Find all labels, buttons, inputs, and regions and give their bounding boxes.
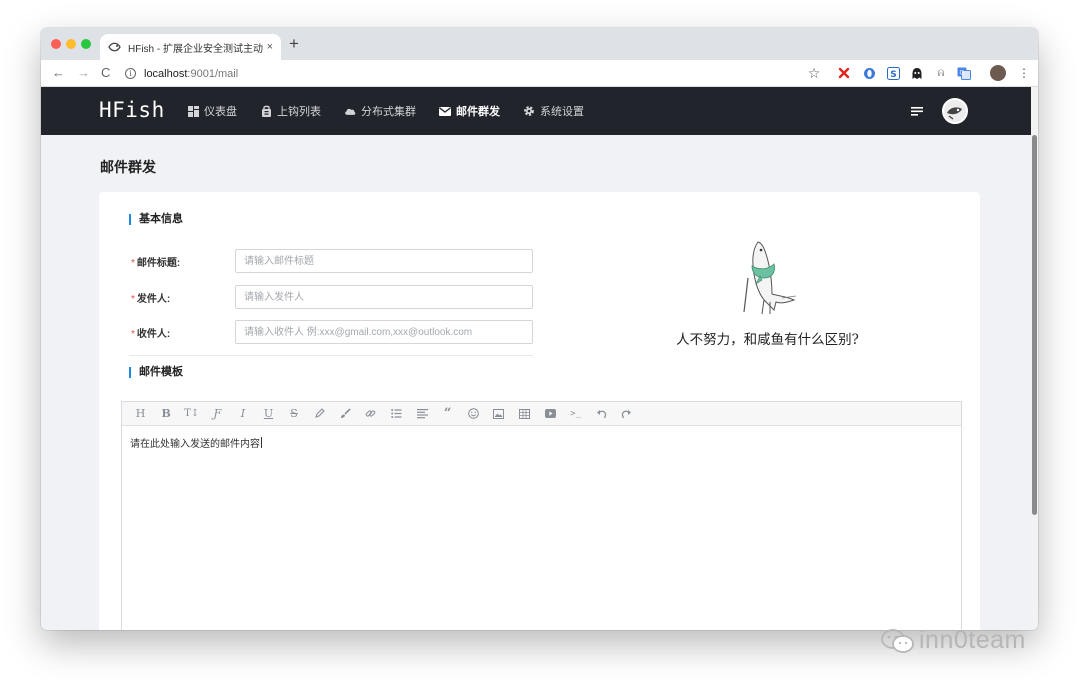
close-tab-icon[interactable]: ×	[267, 41, 273, 53]
zoom-window-button[interactable]	[81, 39, 91, 49]
underline-button[interactable]: U	[261, 406, 276, 421]
gear-icon	[523, 105, 535, 117]
tab-strip: HFish - 扩展企业安全测试主动诱 × +	[41, 28, 1038, 60]
fish-favicon-icon	[108, 40, 122, 54]
tab-title: HFish - 扩展企业安全测试主动诱	[128, 43, 263, 55]
browser-window: HFish - 扩展企业安全测试主动诱 × + ← → C i localhos…	[41, 28, 1038, 630]
nav-dashboard[interactable]: 仪表盘	[187, 103, 237, 119]
dashboard-icon	[187, 105, 199, 117]
nav-mail-label: 邮件群发	[456, 106, 500, 118]
sender-label: * 发件人:	[131, 294, 171, 305]
mail-icon	[439, 105, 451, 117]
bookmark-star-icon[interactable]: ☆	[807, 65, 821, 81]
mail-template-editor: H B T↕ Ƒ I U S “ >_ 请在此处输入发送的邮件内容	[121, 401, 962, 630]
font-button[interactable]: Ƒ	[210, 406, 225, 421]
text-caret	[261, 437, 262, 448]
info-icon[interactable]: i	[125, 68, 136, 79]
bold-button[interactable]: B	[159, 406, 174, 421]
strikethrough-button[interactable]: S	[287, 406, 302, 421]
editor-content-area[interactable]: 请在此处输入发送的邮件内容	[122, 426, 961, 459]
recipient-input[interactable]	[235, 320, 533, 344]
nav-cluster[interactable]: 分布式集群	[344, 103, 416, 119]
minimize-window-button[interactable]	[66, 39, 76, 49]
editor-content-text: 请在此处输入发送的邮件内容	[130, 439, 260, 450]
salted-fish-mascot-illustration	[743, 241, 797, 315]
link-icon[interactable]	[363, 406, 378, 421]
browser-tab[interactable]: HFish - 扩展企业安全测试主动诱 ×	[100, 34, 281, 60]
main-nav: 仪表盘 上钩列表 分布式集群 邮件群发 系统设置	[187, 87, 607, 135]
align-icon[interactable]	[415, 406, 430, 421]
nav-settings[interactable]: 系统设置	[523, 103, 584, 119]
s-extension-icon[interactable]: S	[886, 66, 900, 80]
heading-button[interactable]: H	[133, 406, 148, 421]
sender-input[interactable]	[235, 285, 533, 309]
user-avatar[interactable]	[942, 98, 968, 124]
image-icon[interactable]	[491, 406, 506, 421]
fish-hook-list-icon	[260, 105, 272, 117]
nav-dashboard-label: 仪表盘	[204, 106, 237, 118]
terminal-icon[interactable]: >_	[568, 406, 583, 421]
form-divider	[129, 355, 533, 356]
a-extension-icon[interactable]: ᕱ	[934, 66, 948, 80]
url-path: :9001/mail	[187, 67, 239, 80]
translate-extension-icon[interactable]: G	[957, 66, 971, 80]
address-bar[interactable]: i localhost :9001/mail	[125, 63, 825, 84]
editor-toolbar: H B T↕ Ƒ I U S “ >_	[122, 402, 961, 426]
svg-text:G: G	[959, 69, 964, 76]
svg-text:S: S	[890, 70, 896, 80]
app-logo[interactable]: HFish	[99, 98, 165, 122]
new-tab-button[interactable]: +	[289, 35, 299, 52]
slogan-text: 人不努力，和咸鱼有什么区别?	[676, 332, 859, 348]
subject-input[interactable]	[235, 249, 533, 273]
close-window-button[interactable]	[51, 39, 61, 49]
profile-avatar-icon[interactable]	[990, 65, 1006, 81]
wechat-watermark: inn0team	[880, 626, 1026, 655]
opera-extension-icon[interactable]	[862, 66, 876, 80]
back-button[interactable]: ←	[52, 65, 65, 81]
page-scrollbar[interactable]	[1031, 87, 1038, 630]
cloud-icon	[344, 105, 356, 117]
text-size-button[interactable]: T↕	[184, 406, 199, 421]
video-icon[interactable]	[543, 406, 558, 421]
nav-hook-list[interactable]: 上钩列表	[260, 103, 321, 119]
ghostery-extension-icon[interactable]	[910, 66, 924, 80]
more-menu-icon[interactable]: ⋮	[1017, 66, 1031, 80]
scrollbar-thumb[interactable]	[1032, 135, 1037, 515]
undo-icon[interactable]	[594, 406, 609, 421]
section-basic-info: 基本信息	[129, 214, 183, 225]
pen-icon[interactable]	[312, 406, 327, 421]
italic-button[interactable]: I	[235, 406, 250, 421]
page-title: 邮件群发	[100, 159, 156, 175]
emoji-icon[interactable]	[466, 406, 481, 421]
list-menu-icon[interactable]	[911, 104, 923, 116]
subject-label: * 邮件标题:	[131, 258, 181, 269]
browser-toolbar: ← → C i localhost :9001/mail ☆ S ᕱ G ⋮	[41, 60, 1038, 87]
nav-cluster-label: 分布式集群	[361, 106, 416, 118]
nav-hook-list-label: 上钩列表	[277, 106, 321, 118]
watermark-text: inn0team	[919, 626, 1026, 654]
quote-icon[interactable]: “	[440, 406, 455, 421]
section-mail-template: 邮件模板	[129, 367, 183, 378]
brush-icon[interactable]	[338, 406, 353, 421]
mail-form-card: 基本信息 *邮件标题: *发件人: *收件人: 人不努力，和咸鱼有什么区别? 邮…	[99, 192, 980, 630]
recipient-label: * 收件人:	[131, 329, 171, 340]
redo-icon[interactable]	[619, 406, 634, 421]
table-icon[interactable]	[517, 406, 532, 421]
reload-button[interactable]: C	[101, 65, 110, 81]
bullet-list-icon[interactable]	[389, 406, 404, 421]
close-x-extension-icon[interactable]	[837, 66, 851, 80]
nav-settings-label: 系统设置	[540, 106, 584, 118]
app-header: HFish 仪表盘 上钩列表 分布式集群 邮件群发 系统设置	[41, 87, 1038, 135]
nav-mail[interactable]: 邮件群发	[439, 103, 500, 119]
url-host: localhost	[144, 67, 188, 80]
forward-button[interactable]: →	[77, 65, 90, 81]
wechat-icon	[881, 628, 914, 653]
